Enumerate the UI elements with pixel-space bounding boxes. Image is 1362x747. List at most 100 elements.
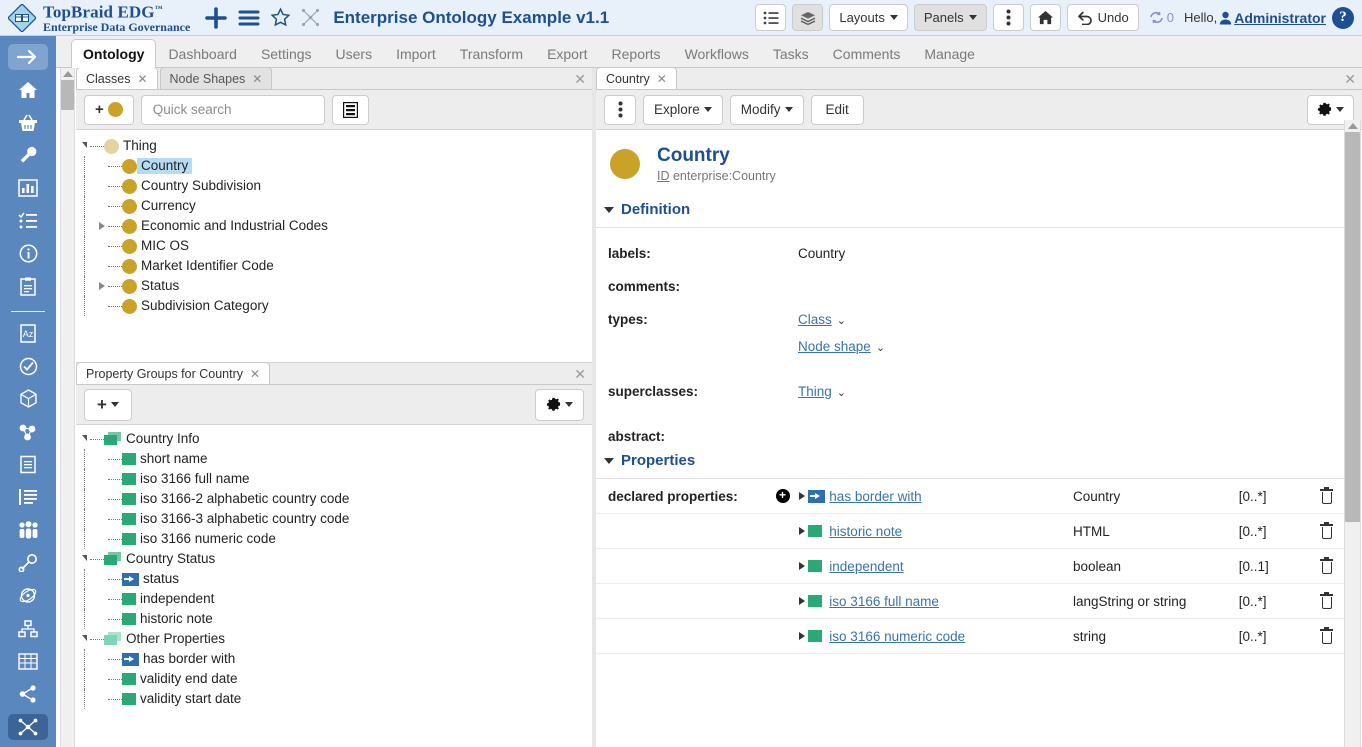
- expand-property-twisty[interactable]: [795, 632, 808, 640]
- scrollbar-thumb[interactable]: [61, 80, 74, 110]
- list-view-button[interactable]: [755, 4, 786, 31]
- close-panel-icon[interactable]: ✕: [1344, 71, 1356, 88]
- value-link[interactable]: Thing: [798, 384, 832, 399]
- chart-icon[interactable]: [8, 175, 48, 201]
- expand-property-twisty[interactable]: [795, 562, 808, 570]
- close-tab-icon[interactable]: ✕: [137, 72, 147, 86]
- property-groups-panel-tab[interactable]: Property Groups for Country✕: [76, 362, 270, 384]
- close-panel-icon[interactable]: ✕: [574, 366, 586, 383]
- explore-button[interactable]: Explore: [643, 95, 723, 125]
- search-input[interactable]: [151, 101, 332, 118]
- quick-search-box[interactable]: [141, 95, 325, 125]
- detail-panel-tab[interactable]: Country✕: [596, 67, 677, 89]
- home-icon[interactable]: [8, 77, 48, 103]
- property-name-link[interactable]: iso 3166 numeric code: [829, 629, 965, 644]
- detail-more-options-button[interactable]: [604, 95, 636, 125]
- nav-tab-export[interactable]: Export: [535, 39, 599, 67]
- nav-tab-settings[interactable]: Settings: [249, 39, 324, 67]
- cube-icon[interactable]: [8, 386, 48, 412]
- clipboard-icon[interactable]: [8, 274, 48, 300]
- edit-button[interactable]: Edit: [811, 95, 864, 125]
- glossary-icon[interactable]: Az: [8, 320, 48, 346]
- collapse-arrow-icon[interactable]: [8, 44, 48, 70]
- people-icon[interactable]: [8, 517, 48, 543]
- left-panel-scrollbar[interactable]: [60, 68, 75, 747]
- table-icon[interactable]: [8, 648, 48, 674]
- value-link[interactable]: Class: [798, 312, 832, 327]
- graph-icon[interactable]: [300, 7, 321, 28]
- tree-item[interactable]: Country Subdivision: [78, 176, 592, 196]
- nav-tab-dashboard[interactable]: Dashboard: [156, 39, 249, 67]
- tree-item[interactable]: validity start date: [78, 689, 592, 709]
- tree-item[interactable]: MIC OS: [78, 236, 592, 256]
- delete-property-button[interactable]: [1307, 559, 1346, 574]
- expand-property-twisty[interactable]: [795, 597, 808, 605]
- property-name-link[interactable]: has border with: [829, 489, 921, 504]
- key-gear-icon[interactable]: [8, 550, 48, 576]
- classes-panel-tab[interactable]: Classes✕: [76, 67, 158, 89]
- home-button[interactable]: [1030, 4, 1061, 31]
- tree-twisty-open[interactable]: [78, 636, 90, 642]
- plus-icon[interactable]: [204, 6, 228, 30]
- tree-item[interactable]: Economic and Industrial Codes: [78, 216, 592, 236]
- tree-item[interactable]: independent: [78, 589, 592, 609]
- delete-property-button[interactable]: [1307, 594, 1346, 609]
- close-panel-icon[interactable]: ✕: [574, 71, 586, 88]
- tree-item[interactable]: status: [78, 569, 592, 589]
- property-name-link[interactable]: independent: [829, 559, 903, 574]
- ontology-graph-icon[interactable]: [8, 714, 48, 740]
- tree-item[interactable]: iso 3166-3 alphabetic country code: [78, 509, 592, 529]
- checklist-icon[interactable]: [8, 208, 48, 234]
- layers-button[interactable]: [792, 4, 823, 31]
- sync-status[interactable]: 0: [1149, 10, 1174, 25]
- scroll-up-arrow-icon[interactable]: [63, 71, 73, 77]
- layouts-button[interactable]: Layouts: [829, 4, 908, 31]
- tree-twisty-open[interactable]: [78, 143, 90, 149]
- add-property-group-button[interactable]: +: [84, 389, 132, 421]
- basket-icon[interactable]: [8, 110, 48, 136]
- nav-tab-users[interactable]: Users: [324, 39, 385, 67]
- help-icon[interactable]: ?: [1332, 7, 1354, 29]
- property-groups-settings-button[interactable]: [535, 389, 584, 421]
- property-name-link[interactable]: iso 3166 full name: [829, 594, 939, 609]
- add-class-button[interactable]: +: [84, 95, 134, 125]
- user-name-link[interactable]: Administrator: [1234, 10, 1326, 26]
- definition-section-header[interactable]: Definition: [596, 201, 1346, 218]
- close-tab-icon[interactable]: ✕: [657, 72, 667, 86]
- tree-item[interactable]: historic note: [78, 609, 592, 629]
- scrollbar-thumb[interactable]: [1345, 132, 1360, 522]
- hamburger-menu-icon[interactable]: [237, 6, 261, 30]
- share-icon[interactable]: [8, 681, 48, 707]
- panels-button[interactable]: Panels: [914, 4, 987, 31]
- close-tab-icon[interactable]: ✕: [250, 367, 260, 381]
- tree-item[interactable]: Market Identifier Code: [78, 256, 592, 276]
- tree-item[interactable]: short name: [78, 449, 592, 469]
- tree-twisty-closed[interactable]: [96, 282, 108, 290]
- tree-item[interactable]: Country: [78, 156, 592, 176]
- nav-tab-transform[interactable]: Transform: [448, 39, 535, 67]
- ordered-list-icon[interactable]: [8, 484, 48, 510]
- tree-item[interactable]: Currency: [78, 196, 592, 216]
- expand-property-twisty[interactable]: [795, 527, 808, 535]
- scroll-up-arrow-icon[interactable]: [1348, 123, 1358, 129]
- hierarchy-icon[interactable]: [8, 616, 48, 642]
- properties-section-header[interactable]: Properties: [596, 452, 1346, 469]
- tree-item[interactable]: Country Info: [78, 429, 592, 449]
- brand-logo[interactable]: TopBraid EDG™ Enterprise Data Governance: [8, 1, 190, 34]
- list-options-button[interactable]: [332, 95, 369, 125]
- tree-item[interactable]: has border with: [78, 649, 592, 669]
- nav-tab-workflows[interactable]: Workflows: [673, 39, 761, 67]
- tree-item[interactable]: iso 3166 numeric code: [78, 529, 592, 549]
- modify-button[interactable]: Modify: [730, 95, 804, 125]
- chevron-down-icon[interactable]: ⌄: [837, 314, 846, 327]
- tree-item[interactable]: Country Status: [78, 549, 592, 569]
- add-property-icon[interactable]: +: [776, 489, 790, 503]
- info-icon[interactable]: [8, 241, 48, 267]
- nav-tab-import[interactable]: Import: [384, 39, 448, 67]
- nav-tab-manage[interactable]: Manage: [912, 39, 987, 67]
- tree-item[interactable]: iso 3166 full name: [78, 469, 592, 489]
- expand-property-twisty[interactable]: [795, 492, 808, 500]
- more-options-button[interactable]: [993, 4, 1024, 31]
- tree-twisty-open[interactable]: [78, 436, 90, 442]
- detail-panel-scrollbar[interactable]: [1344, 120, 1361, 747]
